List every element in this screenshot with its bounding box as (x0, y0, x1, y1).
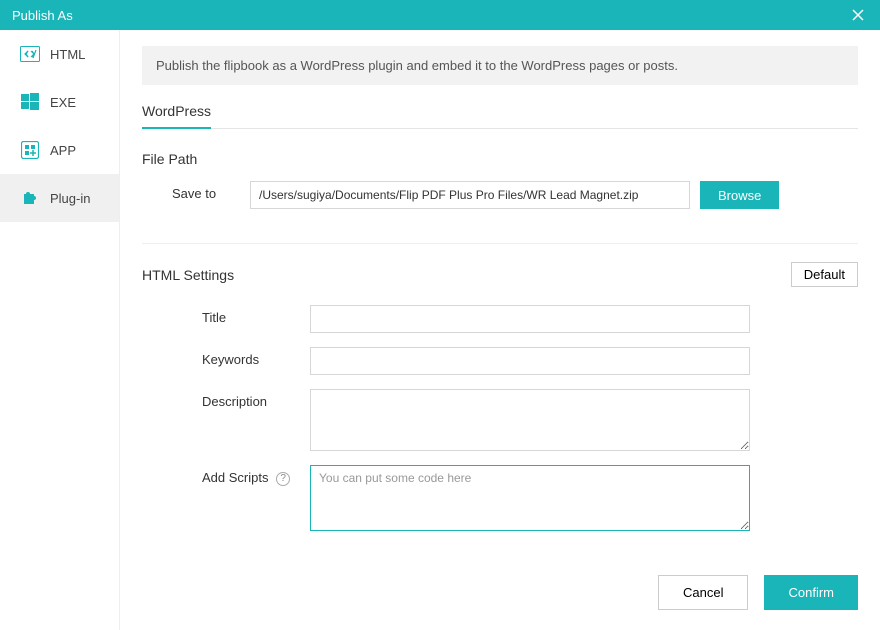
title-bar: Publish As (0, 0, 880, 30)
section-title: WordPress (142, 103, 211, 129)
app-icon (20, 140, 40, 160)
sidebar-item-app[interactable]: APP (0, 126, 119, 174)
sidebar-item-plugin[interactable]: Plug-in (0, 174, 119, 222)
sidebar-item-label: Plug-in (50, 191, 90, 206)
keywords-input[interactable] (310, 347, 750, 375)
title-label: Title (142, 305, 310, 325)
sidebar-item-label: APP (50, 143, 76, 158)
keywords-label: Keywords (142, 347, 310, 367)
title-input[interactable] (310, 305, 750, 333)
save-to-label: Save to (142, 181, 250, 201)
settings-header: HTML Settings Default (142, 262, 858, 287)
confirm-button[interactable]: Confirm (764, 575, 858, 610)
scripts-label: Add Scripts ? (142, 465, 310, 486)
sidebar: HTML EXE APP Plug-in (0, 30, 120, 630)
sidebar-item-label: EXE (50, 95, 76, 110)
close-button[interactable] (848, 5, 868, 25)
save-row: Save to Browse (142, 181, 858, 209)
window-title: Publish As (12, 8, 73, 23)
footer-buttons: Cancel Confirm (658, 575, 858, 610)
description-input[interactable] (310, 389, 750, 451)
scripts-label-text: Add Scripts (202, 470, 268, 485)
main-panel: Publish the flipbook as a WordPress plug… (120, 30, 880, 630)
browse-button[interactable]: Browse (700, 181, 779, 209)
save-path-input[interactable] (250, 181, 690, 209)
intro-text: Publish the flipbook as a WordPress plug… (142, 46, 858, 85)
puzzle-icon (20, 188, 40, 208)
keywords-row: Keywords (142, 347, 858, 375)
sidebar-item-exe[interactable]: EXE (0, 78, 119, 126)
filepath-section: File Path Save to Browse (142, 151, 858, 244)
html-settings-heading: HTML Settings (142, 267, 234, 283)
close-icon (851, 8, 865, 22)
title-row: Title (142, 305, 858, 333)
windows-icon (20, 92, 40, 112)
cancel-button[interactable]: Cancel (658, 575, 748, 610)
scripts-input[interactable] (310, 465, 750, 531)
scripts-row: Add Scripts ? (142, 465, 858, 531)
filepath-heading: File Path (142, 151, 858, 167)
help-icon[interactable]: ? (276, 472, 290, 486)
sidebar-item-html[interactable]: HTML (0, 30, 119, 78)
section-underline (142, 128, 858, 129)
default-button[interactable]: Default (791, 262, 858, 287)
description-label: Description (142, 389, 310, 409)
code-icon (20, 44, 40, 64)
description-row: Description (142, 389, 858, 451)
sidebar-item-label: HTML (50, 47, 85, 62)
